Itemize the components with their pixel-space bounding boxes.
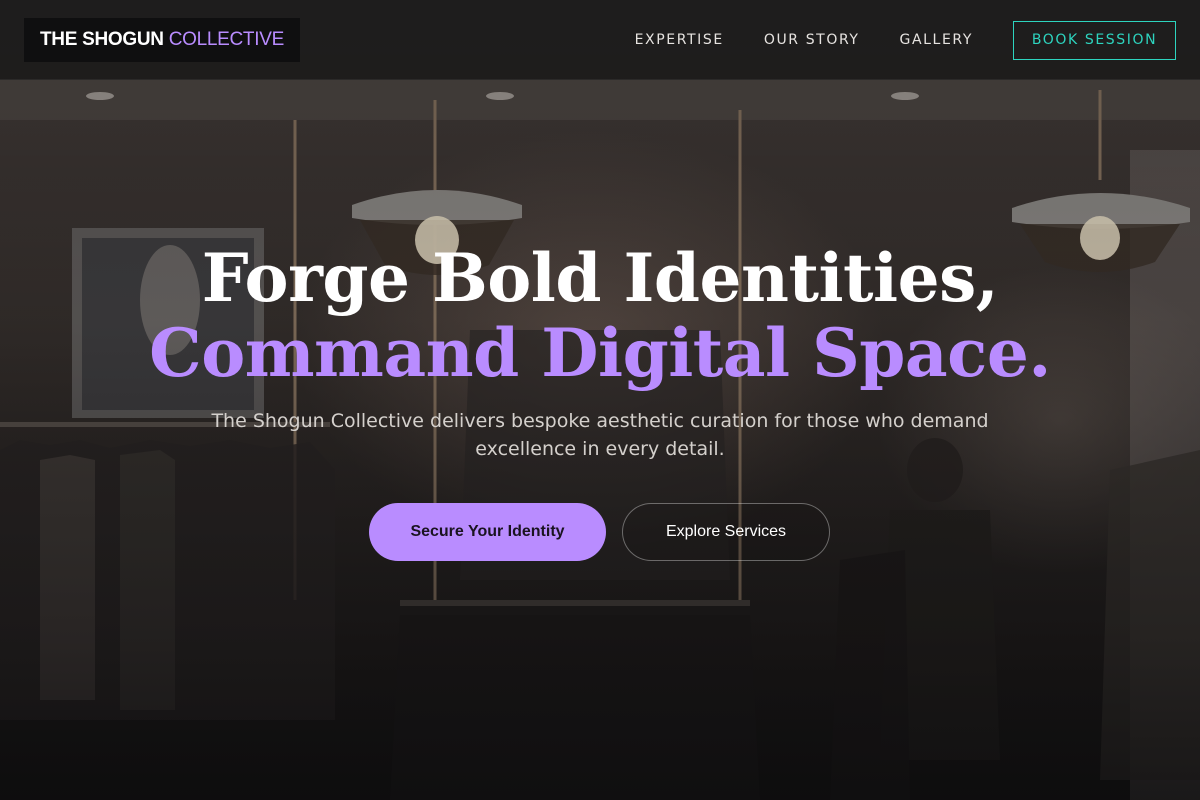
hero-headline-line1: Forge Bold Identities, [201, 239, 999, 317]
nav-links: EXPERTISE OUR STORY GALLERY BOOK SESSION [635, 0, 1176, 80]
nav-link-gallery[interactable]: GALLERY [900, 32, 973, 48]
book-session-button[interactable]: BOOK SESSION [1013, 20, 1176, 60]
navbar: THE SHOGUN COLLECTIVE EXPERTISE OUR STOR… [0, 0, 1200, 80]
brand-name-primary: THE SHOGUN [40, 29, 164, 50]
nav-link-our-story[interactable]: OUR STORY [764, 32, 860, 48]
explore-services-button[interactable]: Explore Services [622, 503, 830, 561]
brand-logo[interactable]: THE SHOGUN COLLECTIVE [24, 18, 300, 62]
brand-name-accent: COLLECTIVE [168, 29, 285, 50]
secure-identity-button[interactable]: Secure Your Identity [369, 503, 606, 561]
hero-dark-overlay [0, 0, 1200, 800]
nav-link-expertise[interactable]: EXPERTISE [635, 32, 724, 48]
hero-subtitle: The Shogun Collective delivers bespoke a… [211, 410, 989, 460]
hero-headline-line2: Command Digital Space. [149, 314, 1051, 392]
hero-cta-group: Secure Your Identity Explore Services [369, 503, 830, 561]
hero-headline: Forge Bold Identities, Command Digital S… [0, 238, 1200, 388]
